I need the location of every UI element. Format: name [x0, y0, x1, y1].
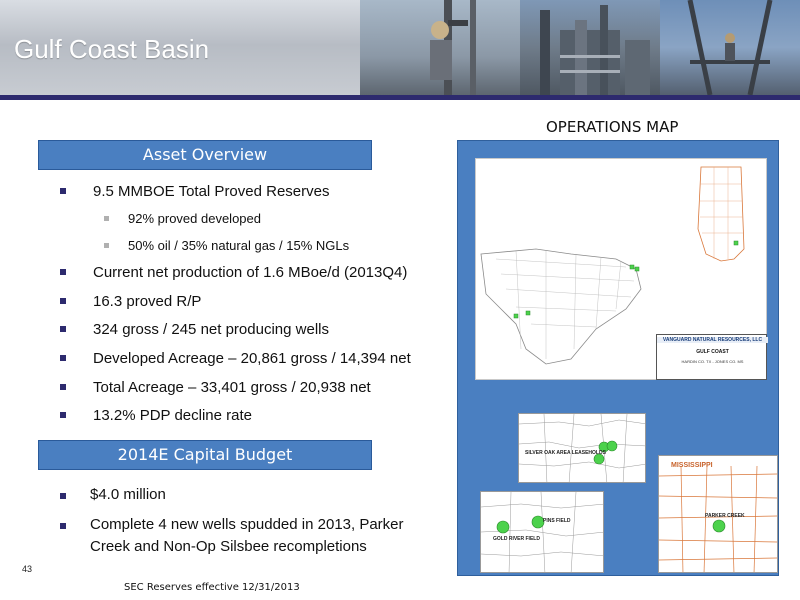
gold-river-field-label: GOLD RIVER FIELD: [493, 536, 540, 542]
legend-location: HARDIN CO. TX - JONES CO. MS: [681, 359, 744, 364]
bullet-icon: [60, 326, 66, 332]
well-marker: [634, 266, 640, 272]
mississippi-label: MISSISSIPPI: [671, 462, 713, 469]
inset-map-gold-river: PINS FIELD GOLD RIVER FIELD: [480, 491, 604, 573]
bullet-icon: [60, 412, 66, 418]
slide-number: 43: [22, 564, 33, 574]
bullet-icon: [60, 188, 66, 194]
silver-oak-label: SILVER OAK AREA LEASEHOLDS: [525, 450, 606, 456]
capital-budget-heading: 2014E Capital Budget: [38, 440, 372, 470]
legend-region: GULF COAST: [696, 349, 729, 355]
well-marker: [513, 313, 519, 319]
bullet-icon: [60, 493, 66, 499]
operations-map-title: OPERATIONS MAP: [546, 118, 679, 136]
well-marker: [733, 240, 739, 246]
inset-map-silver-oak: SILVER OAK AREA LEASEHOLDS: [518, 413, 646, 483]
operations-map-panel: VANGUARD NATURAL RESOURCES, LLC GULF COA…: [457, 140, 779, 576]
bullet-icon: [60, 298, 66, 304]
gulf-coast-map: VANGUARD NATURAL RESOURCES, LLC GULF COA…: [475, 158, 768, 380]
header-banner: Gulf Coast Basin: [0, 0, 800, 100]
slide-title: Gulf Coast Basin: [14, 34, 210, 64]
footnote: SEC Reserves effective 12/31/2013: [124, 582, 300, 593]
inset-map-parker-creek: MISSISSIPPI PARKER CREEK: [658, 455, 778, 573]
parker-creek-label: PARKER CREEK: [705, 513, 745, 519]
bullet-icon: [104, 243, 109, 248]
well-marker: [525, 310, 531, 316]
well-marker: [629, 264, 635, 270]
pins-field-label: PINS FIELD: [543, 518, 571, 524]
bullet-icon: [104, 216, 109, 221]
bullet-icon: [60, 384, 66, 390]
bullet-icon: [60, 523, 66, 529]
asset-overview-heading: Asset Overview: [38, 140, 372, 170]
header-accent-bar: [0, 95, 800, 100]
refinery-photo: [520, 0, 660, 95]
oil-worker-photo: [360, 0, 520, 95]
map-legend-box: VANGUARD NATURAL RESOURCES, LLC GULF COA…: [656, 334, 768, 380]
bullet-icon: [60, 269, 66, 275]
header-photo-strip: [360, 0, 800, 96]
legend-company: VANGUARD NATURAL RESOURCES, LLC: [657, 337, 768, 343]
drilling-rig-photo: [660, 0, 800, 96]
bullet-icon: [60, 355, 66, 361]
